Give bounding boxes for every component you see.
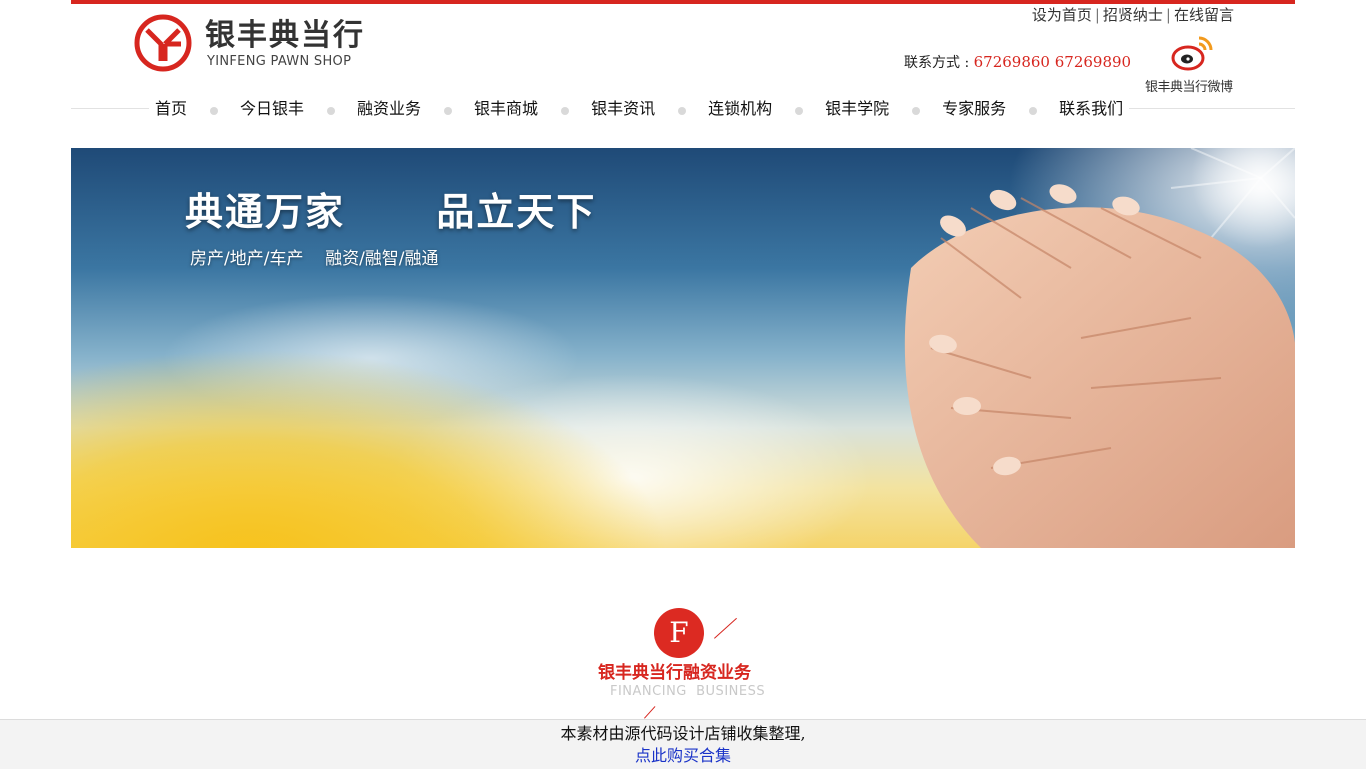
contact-info: 联系方式 : 67269860 67269890 [904, 52, 1131, 73]
set-homepage-link[interactable]: 设为首页 [1032, 6, 1092, 24]
nav-item-contact[interactable]: 联系我们 [1059, 96, 1123, 122]
nav-item-home[interactable]: 首页 [155, 96, 187, 122]
decorative-slash [644, 706, 656, 719]
buy-collection-link[interactable]: 点此购买合集 [635, 745, 731, 767]
financing-f-icon: F [654, 608, 704, 658]
joined-hands-image [904, 148, 1295, 548]
contact-phones: 67269860 67269890 [973, 53, 1132, 71]
recruitment-link[interactable]: 招贤纳士 [1103, 6, 1163, 24]
top-links: 设为首页 | 招贤纳士 | 在线留言 [1032, 5, 1234, 25]
weibo-icon [1171, 36, 1213, 71]
section-title-cn: 银丰典当行融资业务 [598, 663, 751, 683]
link-separator: | [1165, 6, 1171, 24]
nav-separator-dot [210, 107, 219, 115]
logo-chinese-name: 银丰典当行 [205, 18, 365, 53]
banner-title: 典通万家 品立天下 [185, 190, 597, 234]
site-logo[interactable]: 银丰典当行 YINFENG PAWN SHOP [134, 14, 394, 74]
nav-item-experts[interactable]: 专家服务 [942, 96, 1006, 122]
online-message-link[interactable]: 在线留言 [1174, 6, 1234, 24]
nav-item-today[interactable]: 今日银丰 [240, 96, 304, 122]
decorative-slash [714, 617, 737, 639]
contact-label: 联系方式 : [904, 55, 974, 71]
link-separator: | [1094, 6, 1100, 24]
footer-text: 本素材由源代码设计店铺收集整理, [560, 724, 806, 743]
nav-separator-dot [795, 107, 804, 115]
top-accent-line [71, 0, 1295, 4]
banner-subtitle: 房产/地产/车产 融资/融智/融通 [190, 249, 439, 269]
nav-item-academy[interactable]: 银丰学院 [825, 96, 889, 122]
nav-item-financing[interactable]: 融资业务 [357, 96, 421, 122]
weibo-link[interactable]: 银丰典当行微博 [1144, 32, 1238, 96]
hero-banner[interactable]: 典通万家 品立天下 房产/地产/车产 融资/融智/融通 [71, 148, 1295, 548]
logo-english-name: YINFENG PAWN SHOP [207, 54, 352, 69]
nav-item-mall[interactable]: 银丰商城 [474, 96, 538, 122]
nav-separator-dot [678, 107, 687, 115]
nav-separator-dot [444, 107, 453, 115]
yinfeng-logo-icon [134, 14, 192, 72]
nav-item-branches[interactable]: 连锁机构 [708, 96, 772, 122]
nav-separator-dot [561, 107, 570, 115]
nav-separator-dot [1029, 107, 1038, 115]
promo-footer-bar: 本素材由源代码设计店铺收集整理, 点此购买合集 [0, 719, 1366, 769]
weibo-label: 银丰典当行微博 [1145, 80, 1233, 95]
main-nav: 首页 今日银丰 融资业务 银丰商城 银丰资讯 连锁机构 银丰学院 专家服务 联系… [149, 96, 1130, 122]
nav-separator-dot [912, 107, 921, 115]
page-wrapper: 银丰典当行 YINFENG PAWN SHOP 设为首页 | 招贤纳士 | 在线留言 联… [71, 0, 1295, 768]
nav-separator-dot [327, 107, 336, 115]
nav-item-news[interactable]: 银丰资讯 [591, 96, 655, 122]
section-title-en: FINANCING BUSINESS [610, 684, 766, 699]
